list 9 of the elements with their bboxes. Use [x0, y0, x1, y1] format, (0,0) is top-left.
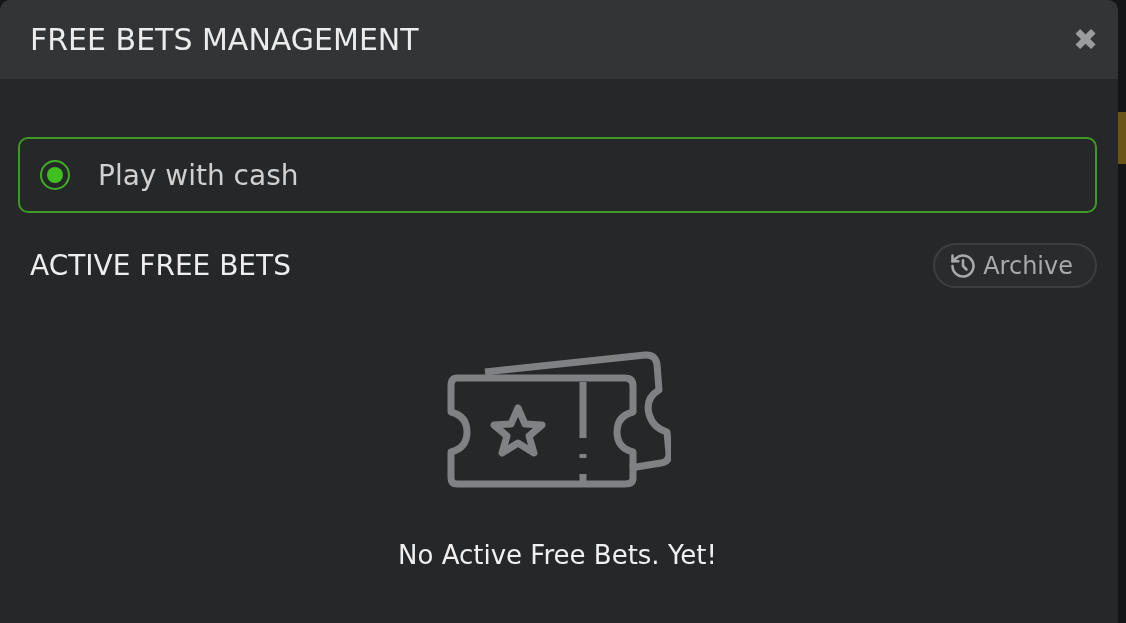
section-title: ACTIVE FREE BETS	[30, 249, 291, 282]
option-label: Play with cash	[98, 158, 299, 192]
archive-button[interactable]: Archive	[933, 243, 1097, 288]
close-button[interactable]: ✖	[1073, 24, 1098, 55]
history-icon	[949, 251, 978, 280]
dialog-title: FREE BETS MANAGEMENT	[30, 22, 419, 57]
empty-message: No Active Free Bets. Yet!	[398, 540, 717, 570]
radio-button[interactable]	[40, 160, 70, 190]
cash-option[interactable]: Play with cash	[18, 137, 1097, 213]
